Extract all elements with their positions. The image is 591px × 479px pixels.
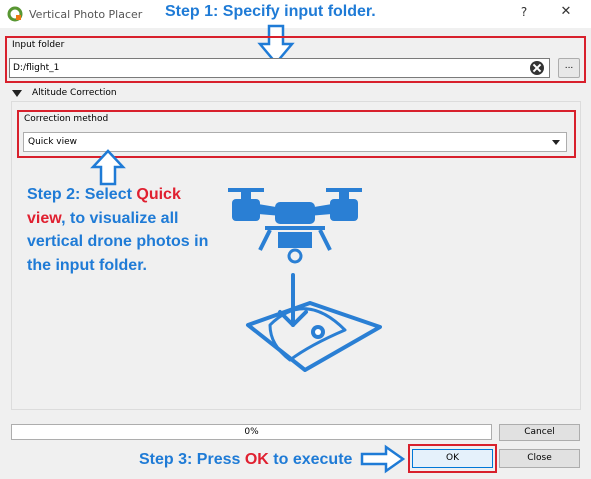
clear-icon[interactable] (530, 61, 544, 75)
step2-prefix: Step 2: Select (27, 186, 137, 203)
drone-camera-icon (228, 188, 382, 372)
step3-suffix: to execute (268, 451, 353, 468)
altitude-correction-title[interactable]: Altitude Correction (32, 88, 117, 98)
arrow-up-icon (90, 149, 126, 186)
ok-button[interactable]: OK (412, 449, 493, 468)
progress-text: 0% (244, 427, 259, 437)
input-folder-value: D:/flight_1 (13, 63, 60, 73)
step1-annotation: Step 1: Specify input folder. (165, 3, 376, 20)
cancel-button[interactable]: Cancel (499, 424, 580, 441)
step2-annotation: Step 2: Select Quick view, to visualize … (27, 183, 217, 277)
browse-button[interactable]: ... (558, 58, 580, 78)
close-window-button[interactable]: ✕ (555, 4, 577, 22)
close-button[interactable]: Close (499, 449, 580, 468)
arrow-right-icon (360, 444, 406, 474)
chevron-down-icon[interactable] (552, 140, 560, 145)
step3-prefix: Step 3: Press (139, 451, 245, 468)
input-folder-field[interactable] (9, 58, 550, 78)
step3-highlight: OK (244, 451, 269, 468)
step3-annotation: Step 3: Press OK to execute (139, 451, 352, 469)
correction-method-label: Correction method (24, 114, 109, 124)
window-title: Vertical Photo Placer (29, 8, 143, 21)
help-button[interactable]: ? (516, 5, 532, 21)
correction-method-value: Quick view (28, 137, 78, 147)
input-folder-label: Input folder (12, 40, 65, 50)
qgis-logo-icon (7, 6, 23, 22)
collapse-toggle-icon[interactable] (12, 90, 22, 97)
